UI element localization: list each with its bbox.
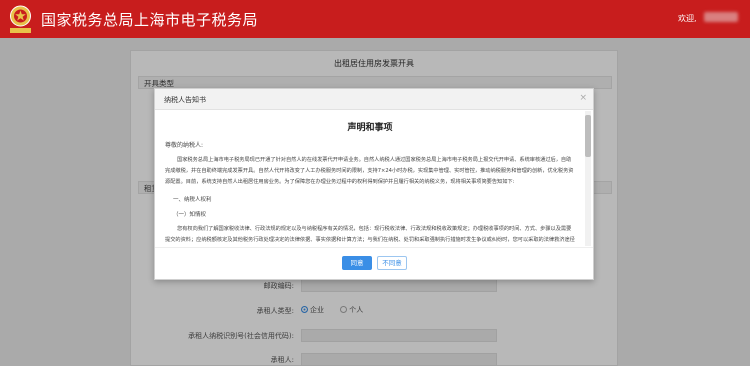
heading-taxpayer-rights: 一、纳税人权利 bbox=[173, 197, 212, 203]
welcome-text: 欢迎, bbox=[678, 14, 697, 23]
notice-paragraph-rights: 您有权向我们了解国家税收法律、行政法规的规定以及与纳税程序有关的情况，包括：现行… bbox=[165, 226, 575, 243]
dialog-scrollbar[interactable] bbox=[585, 111, 591, 246]
close-icon[interactable]: × bbox=[579, 93, 587, 103]
document-title: 声明和事项 bbox=[347, 123, 393, 133]
dialog-body[interactable]: 声明和事项 尊敬的纳税人: 国家税务总局上海市电子税务局现已开通了针对自然人的在… bbox=[155, 110, 585, 247]
taxpayer-notice-dialog: 纳税人告知书 × 声明和事项 尊敬的纳税人: 国家税务总局上海市电子税务局现已开… bbox=[154, 88, 594, 280]
site-title: 国家税务总局上海市电子税务局 bbox=[41, 11, 259, 29]
user-name-blurred[interactable] bbox=[704, 12, 738, 22]
scrollbar-thumb[interactable] bbox=[585, 115, 591, 157]
heading-right-to-know: （一）知情权 bbox=[173, 212, 207, 218]
disagree-button[interactable]: 不同意 bbox=[377, 256, 407, 270]
dialog-footer: 同意 不同意 bbox=[155, 247, 593, 281]
dialog-title: 纳税人告知书 bbox=[164, 96, 206, 104]
app-header: 国家税务总局上海市电子税务局 欢迎, bbox=[0, 0, 750, 38]
dialog-header: 纳税人告知书 × bbox=[155, 89, 593, 110]
tax-emblem-icon bbox=[10, 5, 31, 33]
agree-button[interactable]: 同意 bbox=[342, 256, 372, 270]
greeting-text: 尊敬的纳税人: bbox=[165, 142, 204, 149]
notice-paragraph: 国家税务总局上海市电子税务局现已开通了针对自然人的在线发票代开申请业务。自然人纳… bbox=[165, 157, 574, 185]
